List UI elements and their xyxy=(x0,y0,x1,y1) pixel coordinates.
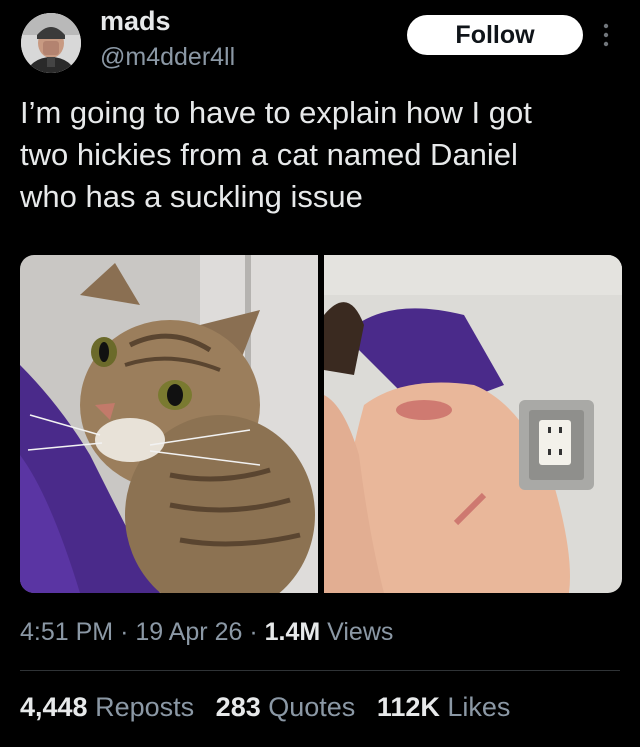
quotes-label: Quotes xyxy=(268,692,356,722)
avatar-photo-icon xyxy=(21,13,81,73)
reposts-stat[interactable]: 4,448 Reposts xyxy=(20,692,202,722)
more-vertical-icon[interactable] xyxy=(598,22,614,48)
follow-button[interactable]: Follow xyxy=(407,15,583,55)
quotes-stat[interactable]: 283 Quotes xyxy=(216,692,363,722)
tweet-header: mads @m4dder4ll Follow xyxy=(0,0,640,90)
reposts-label: Reposts xyxy=(95,692,195,722)
avatar[interactable] xyxy=(21,13,81,73)
likes-label: Likes xyxy=(447,692,511,722)
author-display-name[interactable]: mads xyxy=(100,6,171,37)
tweet-meta: 4:51 PM · 19 Apr 26 · 1.4M Views xyxy=(20,618,393,647)
views-label: Views xyxy=(327,618,394,646)
meta-separator: · xyxy=(249,618,258,646)
likes-stat[interactable]: 112K Likes xyxy=(377,692,511,722)
tweet-time[interactable]: 4:51 PM xyxy=(20,618,113,646)
divider xyxy=(20,670,620,671)
arm-with-hickies-photo[interactable] xyxy=(324,255,622,593)
reposts-count: 4,448 xyxy=(20,692,88,722)
quotes-count: 283 xyxy=(215,692,261,722)
author-handle[interactable]: @m4dder4ll xyxy=(100,43,235,72)
tweet-media xyxy=(20,255,622,593)
tabby-cat-photo[interactable] xyxy=(20,255,318,593)
tweet-date[interactable]: 19 Apr 26 xyxy=(135,618,242,646)
meta-separator: · xyxy=(120,618,129,646)
views-count: 1.4M xyxy=(264,618,321,646)
likes-count: 112K xyxy=(376,692,440,722)
tweet-text: I’m going to have to explain how I got t… xyxy=(20,95,532,214)
engagement-stats: 4,448 Reposts 283 Quotes 112K Likes xyxy=(20,692,524,723)
